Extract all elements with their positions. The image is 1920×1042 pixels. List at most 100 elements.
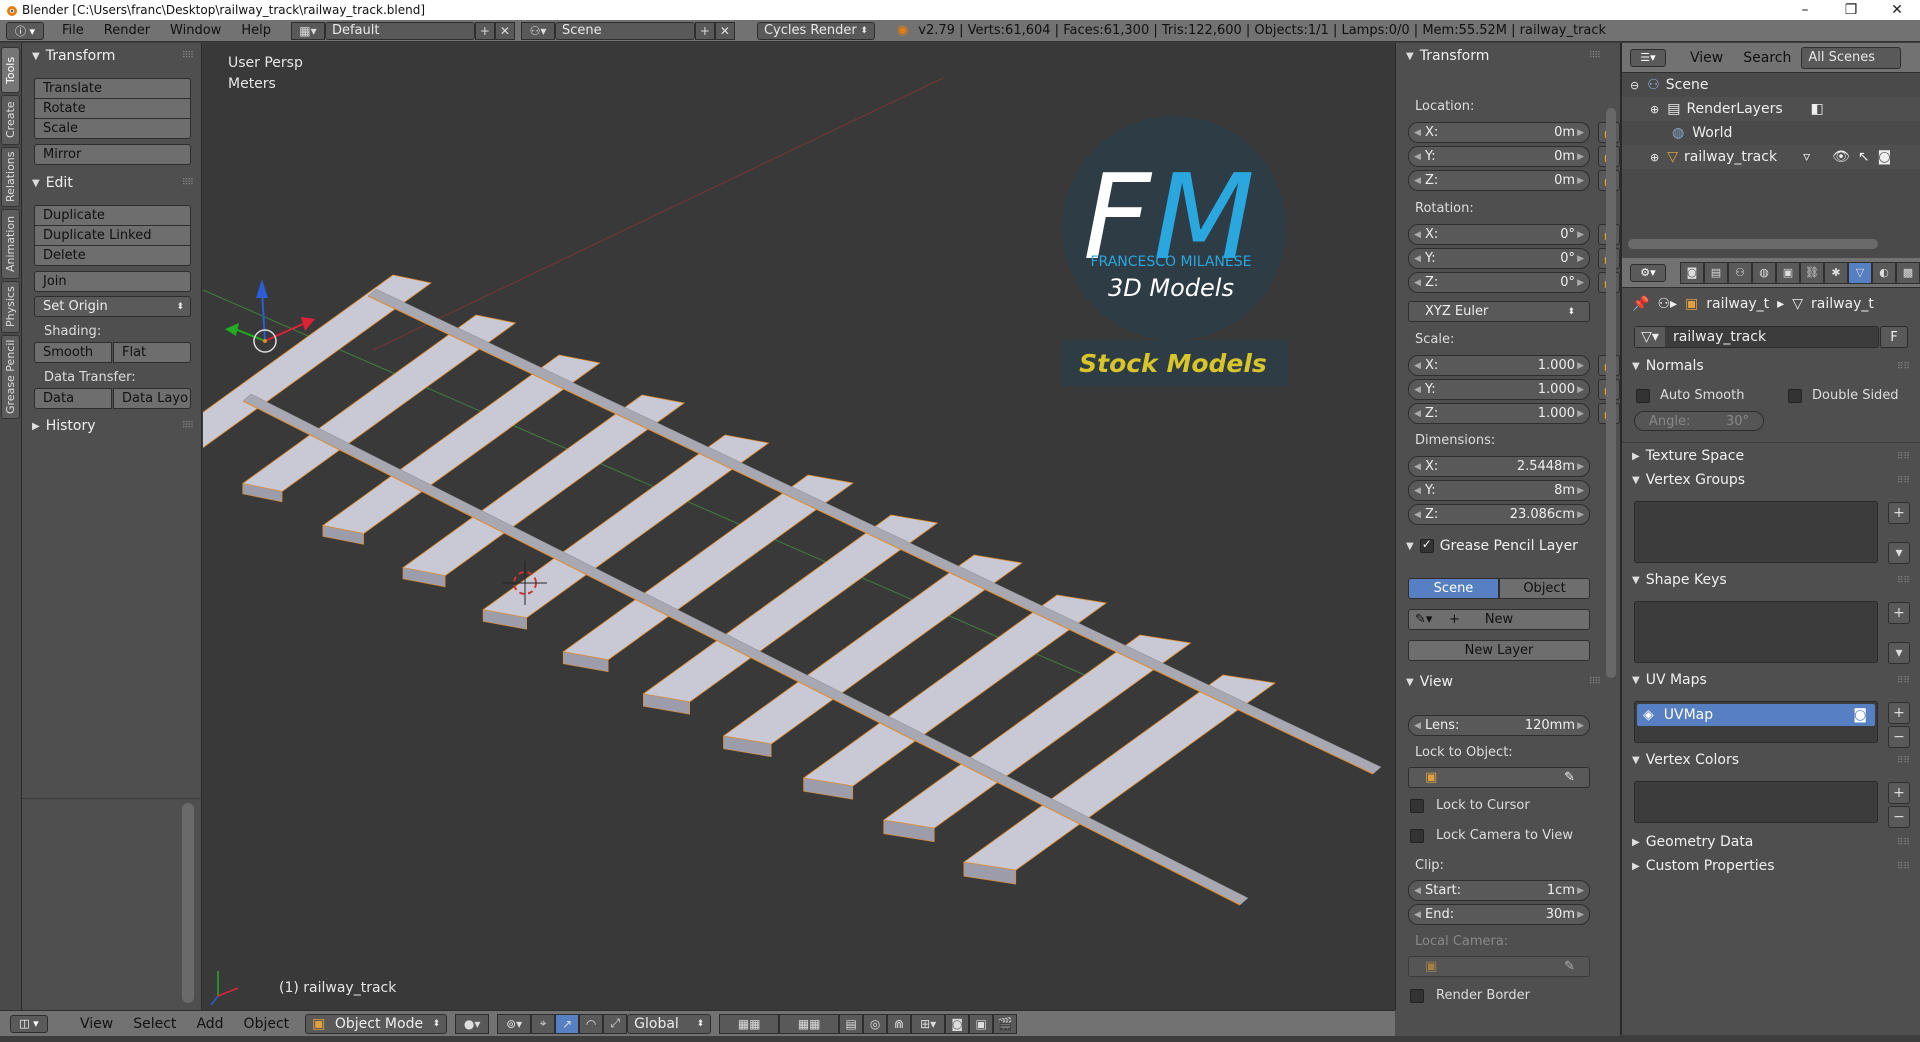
menu-view[interactable]: View — [70, 1016, 123, 1032]
outliner-row-world[interactable]: ◍ World — [1622, 121, 1920, 145]
manipulator-toggle[interactable]: ⌖ — [531, 1013, 556, 1034]
outliner-row-renderlayers[interactable]: ⊕ ▤ RenderLayers ◧ — [1622, 97, 1920, 121]
transform-panel-header[interactable]: ▼ Transform ⠿⠿ — [22, 45, 201, 67]
rotation-y-field[interactable]: ◀ Y: 0° ▶ — [1408, 248, 1590, 269]
expand-icon[interactable]: ⊕ — [1650, 151, 1659, 164]
opengl-render-button[interactable]: ◙ — [945, 1013, 970, 1034]
tab-render-layers[interactable]: ▤ — [1704, 261, 1728, 284]
drag-grip-icon[interactable]: ⠿⠿ — [182, 51, 194, 61]
scale-button[interactable]: Scale — [34, 118, 191, 139]
rotation-z-field[interactable]: ◀ Z: 0° ▶ — [1408, 272, 1590, 293]
tab-physics[interactable]: Physics — [1, 281, 20, 333]
lock-object-field[interactable]: ▣ ✎ — [1408, 767, 1590, 788]
grease-scene-button[interactable]: Scene — [1408, 578, 1499, 599]
tab-object[interactable]: ▣ — [1776, 261, 1800, 284]
data-transfer-button[interactable]: Data — [34, 388, 112, 409]
mesh-name-field[interactable]: ▽▾ railway_track — [1634, 326, 1879, 348]
n-transform-header[interactable]: ▼ Transform ⠿⠿ — [1396, 45, 1620, 67]
shape-keys-list[interactable] — [1634, 601, 1878, 663]
delete-button[interactable]: Delete — [34, 245, 191, 266]
tab-scene[interactable]: ⚇ — [1728, 261, 1752, 284]
rotate-manipulator-toggle[interactable]: ◠ — [579, 1013, 604, 1034]
dimensions-x-field[interactable]: ◀ X: 2.5448m ▶ — [1408, 456, 1590, 477]
mirror-button[interactable]: Mirror — [34, 144, 191, 165]
drag-grip-icon[interactable]: ⠿⠿ — [182, 178, 194, 188]
fake-user-button[interactable]: F — [1880, 326, 1908, 348]
lock-to-cursor-checkbox[interactable] — [1410, 799, 1424, 813]
clip-start-field[interactable]: ◀ Start: 1cm ▶ — [1408, 880, 1590, 901]
editor-type-outliner-button[interactable]: ☰▾ — [1630, 48, 1666, 67]
join-button[interactable]: Join — [34, 271, 191, 292]
menu-window[interactable]: Window — [160, 23, 231, 38]
normals-header[interactable]: ▼ Normals — [1632, 358, 1704, 374]
proportional-editing-toggle[interactable]: ◎ — [863, 1013, 888, 1034]
drag-grip-icon[interactable]: ⠿⠿ — [1897, 576, 1910, 586]
expand-icon[interactable]: ⊕ — [1650, 103, 1659, 116]
tab-modifiers[interactable]: ✱ — [1824, 261, 1848, 284]
remove-layout-button[interactable]: ✕ — [494, 21, 515, 40]
flat-shading-button[interactable]: Flat — [113, 342, 191, 363]
grease-object-button[interactable]: Object — [1499, 578, 1590, 599]
drag-grip-icon[interactable]: ⠿⠿ — [1897, 676, 1910, 686]
outliner-row-scene[interactable]: ⊖ ⚇ Scene — [1622, 73, 1920, 97]
new-layer-button[interactable]: New Layer — [1408, 640, 1590, 661]
n-panel-scrollbar[interactable] — [1606, 108, 1616, 678]
pivot-point-dropdown[interactable]: ⊚▾ — [497, 1013, 532, 1034]
rotate-button[interactable]: Rotate — [34, 98, 191, 119]
scale-x-field[interactable]: ◀ X: 1.000 ▶ — [1408, 355, 1590, 376]
duplicate-linked-button[interactable]: Duplicate Linked — [34, 225, 191, 246]
add-uv-map-button[interactable]: + — [1888, 702, 1910, 724]
tab-create[interactable]: Create — [1, 95, 20, 145]
outliner-scrollbar[interactable] — [1628, 239, 1878, 249]
cursor-select-icon[interactable]: ↖ — [1858, 149, 1870, 165]
collapse-icon[interactable]: ⊖ — [1630, 79, 1639, 92]
dimensions-y-field[interactable]: ◀ Y: 8m ▶ — [1408, 480, 1590, 501]
remove-uv-map-button[interactable]: − — [1888, 726, 1910, 748]
geometry-data-header[interactable]: ▶ Geometry Data — [1632, 834, 1753, 850]
drag-grip-icon[interactable]: ⠿⠿ — [1897, 862, 1910, 872]
view-panel-header[interactable]: ▼ View ⠿⠿ — [1396, 671, 1620, 693]
add-scene-button[interactable]: + — [694, 21, 715, 40]
lock-layers-toggle[interactable]: ▤ — [839, 1013, 864, 1034]
rotation-mode-dropdown[interactable]: XYZ Euler ⬍ — [1408, 301, 1590, 322]
tab-mesh-data[interactable]: ▽ — [1848, 261, 1872, 284]
tab-render[interactable]: ◙ — [1680, 261, 1704, 284]
lens-field[interactable]: ◀ Lens: 120mm ▶ — [1408, 715, 1590, 736]
screen-layout-field[interactable]: Default — [324, 21, 475, 40]
drag-grip-icon[interactable]: ⠿⠿ — [1897, 476, 1910, 486]
snap-element-dropdown[interactable]: ⊞▾ — [911, 1013, 946, 1034]
eyedropper-icon[interactable]: ✎ — [1564, 770, 1575, 785]
menu-file[interactable]: File — [52, 23, 94, 38]
camera-icon[interactable]: ◙ — [1853, 707, 1867, 723]
layer-buttons-b[interactable]: ▦▦ — [779, 1013, 840, 1034]
smooth-shading-button[interactable]: Smooth — [34, 342, 112, 363]
vertex-colors-list[interactable] — [1634, 781, 1878, 823]
outliner-menu-view[interactable]: View — [1680, 50, 1733, 66]
shelf-scrollbar[interactable] — [182, 803, 194, 1003]
grease-new-button[interactable]: ✎▾ + New — [1408, 609, 1590, 630]
vertex-groups-list[interactable] — [1634, 501, 1878, 563]
translate-button[interactable]: Translate — [34, 78, 191, 99]
render-clapper-button[interactable]: 🎬 — [993, 1013, 1018, 1034]
location-y-field[interactable]: ◀ Y: 0m ▶ — [1408, 146, 1590, 167]
transform-orientation-dropdown[interactable]: Global ⬍ — [627, 1013, 712, 1034]
tab-material[interactable]: ◐ — [1872, 261, 1896, 284]
data-layout-button[interactable]: Data Layo — [113, 388, 191, 409]
viewport-shading-dropdown[interactable]: ●▾ — [455, 1013, 490, 1034]
3d-viewport[interactable]: User Persp Meters F M FRANCESCO MILANESE… — [203, 43, 1395, 1010]
tab-constraints[interactable]: ⛓ — [1800, 261, 1824, 284]
vertex-groups-header[interactable]: ▼ Vertex Groups — [1632, 472, 1745, 488]
close-button[interactable]: ✕ — [1874, 2, 1920, 18]
mode-dropdown[interactable]: ▣ Object Mode ⬍ — [305, 1013, 448, 1034]
drag-grip-icon[interactable]: ⠿⠿ — [1589, 677, 1601, 687]
texture-space-header[interactable]: ▶ Texture Space — [1632, 448, 1744, 464]
add-vertex-group-button[interactable]: + — [1888, 502, 1910, 524]
clip-end-field[interactable]: ◀ End: 30m ▶ — [1408, 904, 1590, 925]
grease-pencil-checkbox[interactable] — [1419, 537, 1434, 553]
maximize-button[interactable]: ❐ — [1828, 2, 1874, 18]
duplicate-button[interactable]: Duplicate — [34, 205, 191, 226]
drag-grip-icon[interactable]: ⠿⠿ — [182, 421, 194, 431]
menu-help[interactable]: Help — [231, 23, 281, 38]
menu-render[interactable]: Render — [94, 23, 160, 38]
shape-keys-header[interactable]: ▼ Shape Keys — [1632, 572, 1727, 588]
